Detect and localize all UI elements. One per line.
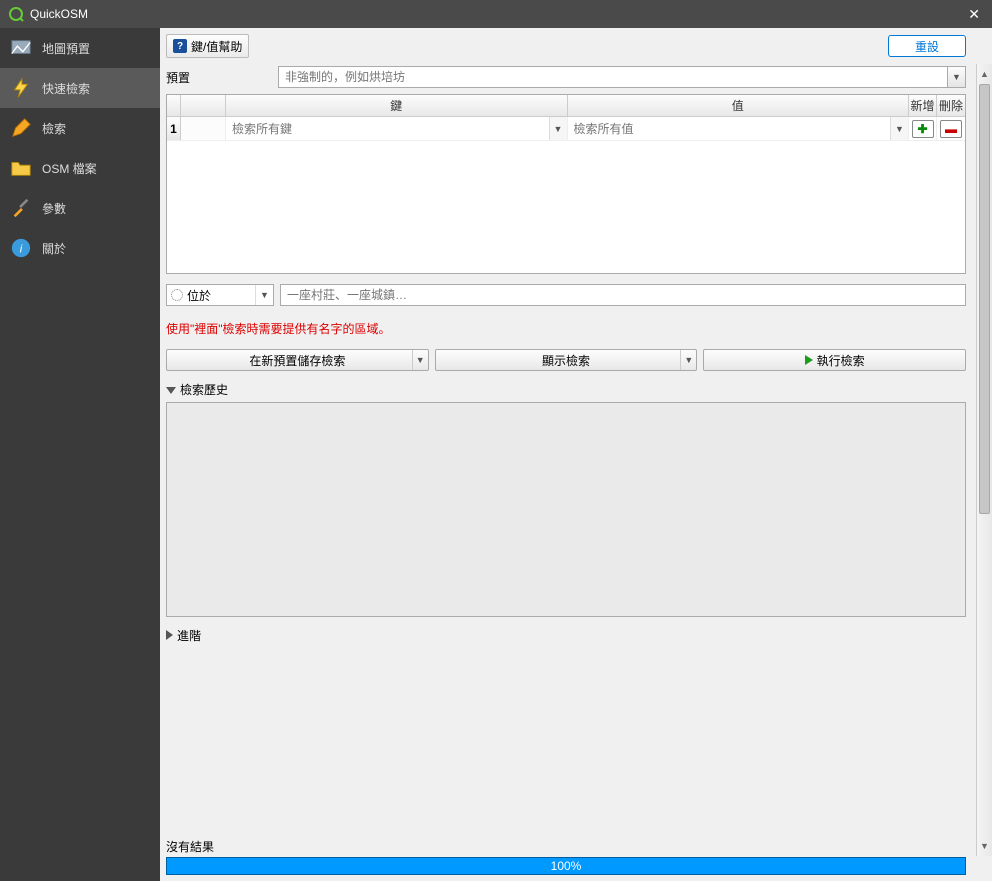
warning-text: 使用"裡面"檢索時需要提供有名字的區域。 <box>166 320 966 337</box>
app-icon <box>8 6 24 22</box>
run-query-button[interactable]: 執行檢索 <box>703 349 966 371</box>
map-icon <box>10 37 32 59</box>
close-icon[interactable]: ✕ <box>964 6 984 23</box>
save-preset-label: 在新預置儲存檢索 <box>249 352 345 369</box>
col-header-value: 值 <box>568 95 910 116</box>
dropdown-icon[interactable]: ▼ <box>890 117 908 140</box>
sidebar: 地圖預置 快速檢索 檢索 OSM 檔案 參數 i 關於 <box>0 28 160 881</box>
save-preset-button[interactable]: 在新預置儲存檢索 ▼ <box>166 349 429 371</box>
condition-button[interactable] <box>181 117 225 140</box>
show-query-label: 顯示檢索 <box>542 352 590 369</box>
help-icon: ? <box>173 39 187 53</box>
help-label: 鍵/值幫助 <box>191 38 242 55</box>
dropdown-icon[interactable]: ▼ <box>412 350 428 370</box>
flash-icon <box>10 77 32 99</box>
titlebar: QuickOSM ✕ <box>0 0 992 28</box>
add-row-button[interactable]: ✚ <box>912 120 934 138</box>
query-table: 鍵 值 新增 刪除 1 ▼ ▼ <box>166 94 966 274</box>
key-combo[interactable]: ▼ <box>226 117 567 140</box>
sidebar-item-label: OSM 檔案 <box>42 160 97 177</box>
scroll-down-icon[interactable]: ▼ <box>977 838 992 854</box>
sidebar-item-query[interactable]: 檢索 <box>0 108 160 148</box>
col-header-delete: 刪除 <box>937 95 965 116</box>
progress-bar: 100% <box>166 857 966 875</box>
run-query-label: 執行檢索 <box>817 352 865 369</box>
sidebar-item-quick-query[interactable]: 快速檢索 <box>0 68 160 108</box>
dropdown-icon[interactable]: ▼ <box>948 66 966 88</box>
sidebar-item-about[interactable]: i 關於 <box>0 228 160 268</box>
dropdown-icon[interactable]: ▼ <box>549 117 567 140</box>
progress-value: 100% <box>551 859 582 873</box>
location-input[interactable] <box>280 284 966 306</box>
preset-label: 預置 <box>166 69 278 86</box>
sidebar-item-label: 檢索 <box>42 120 66 137</box>
chevron-right-icon <box>166 629 173 643</box>
info-icon: i <box>10 237 32 259</box>
sidebar-item-map-presets[interactable]: 地圖預置 <box>0 28 160 68</box>
show-query-button[interactable]: 顯示檢索 ▼ <box>435 349 698 371</box>
status-text: 沒有結果 <box>166 836 966 857</box>
advanced-expander[interactable]: 進階 <box>166 627 966 644</box>
col-header-condition <box>181 95 226 116</box>
value-input[interactable] <box>568 117 891 140</box>
folder-icon <box>10 157 32 179</box>
sidebar-item-label: 快速檢索 <box>42 80 90 97</box>
tools-icon <box>10 197 32 219</box>
col-header-key: 鍵 <box>226 95 568 116</box>
dropdown-icon[interactable]: ▼ <box>680 350 696 370</box>
location-mode-label: 位於 <box>187 287 211 304</box>
reset-button[interactable]: 重設 <box>888 35 966 57</box>
scroll-thumb[interactable] <box>979 84 990 514</box>
play-icon <box>805 355 813 365</box>
preset-input[interactable] <box>278 66 948 88</box>
sidebar-item-label: 地圖預置 <box>42 40 90 57</box>
key-input[interactable] <box>226 117 549 140</box>
sidebar-item-parameters[interactable]: 參數 <box>0 188 160 228</box>
spinner-icon <box>171 289 183 301</box>
chevron-down-icon <box>166 383 176 397</box>
scroll-up-icon[interactable]: ▲ <box>977 66 992 82</box>
location-mode-combo[interactable]: 位於 ▼ <box>166 284 274 306</box>
advanced-label: 進階 <box>177 627 201 644</box>
scrollbar-vertical[interactable]: ▲ ▼ <box>976 64 992 856</box>
col-header-index <box>167 95 181 116</box>
main-panel: ▲ ▼ ? 鍵/值幫助 重設 預置 ▼ 鍵 值 新增 <box>160 28 992 881</box>
history-list[interactable] <box>166 402 966 617</box>
row-index: 1 <box>167 117 181 140</box>
sidebar-item-osm-file[interactable]: OSM 檔案 <box>0 148 160 188</box>
window-title: QuickOSM <box>30 7 964 21</box>
col-header-add: 新增 <box>909 95 937 116</box>
pencil-icon <box>10 117 32 139</box>
delete-row-button[interactable]: ▬ <box>940 120 962 138</box>
sidebar-item-label: 關於 <box>42 240 66 257</box>
table-row: 1 ▼ ▼ ✚ ▬ <box>167 117 965 141</box>
history-expander[interactable]: 檢索歷史 <box>166 381 966 398</box>
preset-combo[interactable]: ▼ <box>278 66 966 88</box>
history-label: 檢索歷史 <box>180 381 228 398</box>
value-combo[interactable]: ▼ <box>568 117 909 140</box>
sidebar-item-label: 參數 <box>42 200 66 217</box>
key-value-help-button[interactable]: ? 鍵/值幫助 <box>166 34 249 58</box>
dropdown-icon[interactable]: ▼ <box>255 285 273 305</box>
